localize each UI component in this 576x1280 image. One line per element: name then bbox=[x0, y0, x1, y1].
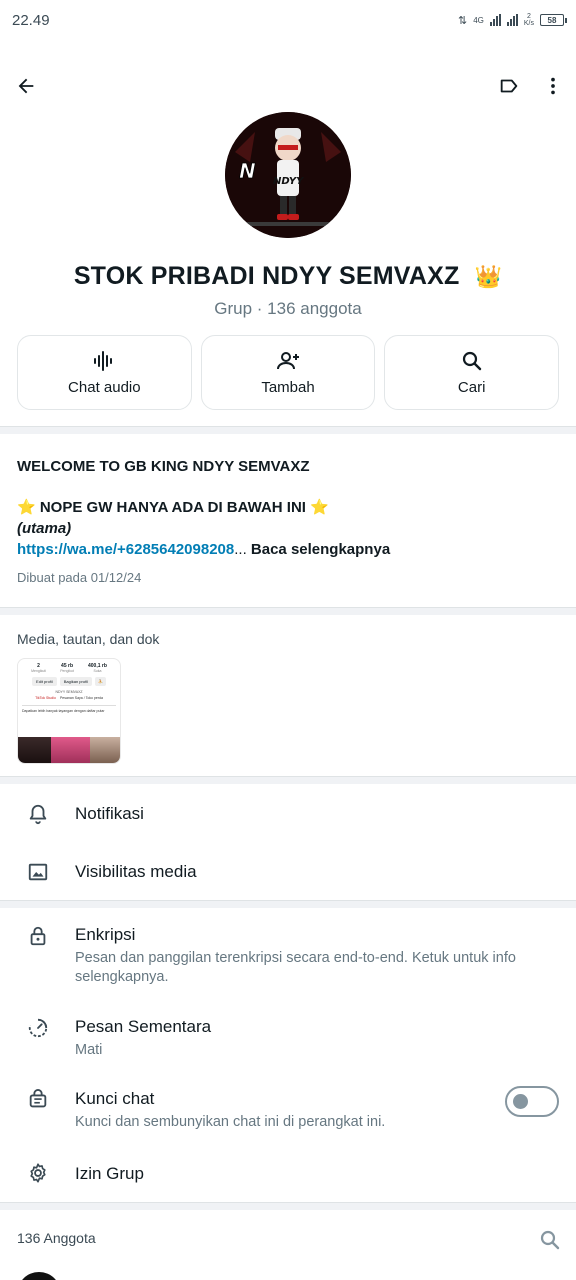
group-name[interactable]: STOK PRIBADI NDYY SEMVAXZ 👑 bbox=[0, 262, 576, 291]
search-button[interactable]: Cari bbox=[384, 335, 560, 410]
disappearing-subtitle: Mati bbox=[75, 1042, 103, 1058]
lock-icon bbox=[30, 926, 46, 946]
battery-icon: 58 bbox=[540, 14, 567, 26]
image-icon bbox=[28, 863, 48, 881]
section-divider bbox=[0, 900, 576, 908]
back-button[interactable] bbox=[6, 66, 46, 106]
disappearing-title: Pesan Sementara bbox=[75, 1017, 212, 1036]
avatar-text: NDYY bbox=[273, 176, 305, 187]
action-buttons: Chat audio Tambah Cari bbox=[17, 335, 560, 410]
timer-icon bbox=[28, 1018, 48, 1038]
speed-indicator: 2 K/s bbox=[523, 13, 534, 27]
chat-lock-subtitle: Kunci dan sembunyikan chat ini di perang… bbox=[75, 1114, 386, 1130]
chat-lock-title: Kunci chat bbox=[75, 1089, 155, 1108]
chat-lock-row[interactable]: Kunci chat Kunci dan sembunyikan chat in… bbox=[0, 1084, 576, 1134]
encryption-title: Enkripsi bbox=[75, 925, 136, 944]
description-line: ⭐ NOPE GW HANYA ADA DI BAWAH INI ⭐ bbox=[17, 499, 329, 516]
more-options-button[interactable] bbox=[533, 66, 573, 106]
encryption-subtitle: Pesan dan panggilan terenkripsi secara e… bbox=[75, 950, 516, 985]
encryption-row[interactable]: Enkripsi Pesan dan panggilan terenkripsi… bbox=[0, 920, 576, 990]
read-more-link[interactable]: Baca selengkapnya bbox=[247, 541, 390, 558]
member-avatar[interactable] bbox=[17, 1272, 61, 1280]
add-member-button[interactable]: Tambah bbox=[200, 335, 376, 410]
label-button[interactable] bbox=[489, 66, 529, 106]
group-permissions-row[interactable]: Izin Grup bbox=[0, 1150, 576, 1198]
disappearing-messages-row[interactable]: Pesan Sementara Mati bbox=[0, 1012, 576, 1062]
signal-icon bbox=[489, 14, 501, 26]
network-type: 4G bbox=[473, 15, 484, 25]
description-line: WELCOME TO GB KING NDYY SEMVAXZ bbox=[17, 458, 310, 475]
members-count-label: 136 Anggota bbox=[17, 1230, 96, 1246]
search-icon bbox=[540, 1230, 560, 1250]
crown-emoji: 👑 bbox=[474, 264, 503, 289]
notifications-title: Notifikasi bbox=[75, 804, 144, 823]
description-line: https://wa.me/+6285642098208... Baca sel… bbox=[17, 541, 391, 558]
signal-icon-2 bbox=[506, 14, 518, 26]
group-description[interactable]: WELCOME TO GB KING NDYY SEMVAXZ ⭐ NOPE G… bbox=[17, 458, 557, 585]
media-thumbnail[interactable]: 2 Mengikuti 45 rb Pengikut 400,1 rb Suka Ed… bbox=[17, 658, 121, 764]
status-icons: ⇅ 4G 2 K/s 58 bbox=[457, 13, 567, 27]
gear-icon bbox=[30, 1163, 46, 1183]
section-divider bbox=[0, 1202, 576, 1210]
section-divider bbox=[0, 776, 576, 784]
top-app-bar bbox=[0, 62, 576, 110]
chat-lock-toggle[interactable] bbox=[505, 1086, 559, 1117]
label-tag-icon bbox=[500, 79, 518, 93]
section-divider bbox=[0, 607, 576, 615]
chat-audio-button[interactable]: Chat audio bbox=[17, 335, 192, 410]
bell-icon bbox=[29, 804, 47, 825]
more-vert-icon bbox=[551, 77, 555, 95]
media-visibility-row[interactable]: Visibilitas media bbox=[0, 848, 576, 896]
group-avatar-illustration: N NDYY bbox=[225, 112, 351, 238]
arrow-left-icon bbox=[18, 78, 34, 94]
search-icon bbox=[462, 351, 481, 371]
status-time: 22.49 bbox=[12, 11, 50, 29]
notifications-row[interactable]: Notifikasi bbox=[0, 790, 576, 838]
add-person-icon bbox=[277, 352, 299, 370]
members-search-button[interactable] bbox=[538, 1228, 562, 1252]
media-visibility-title: Visibilitas media bbox=[75, 862, 197, 881]
group-permissions-title: Izin Grup bbox=[75, 1164, 144, 1183]
section-divider bbox=[0, 426, 576, 434]
description-link[interactable]: https://wa.me/+6285642098208 bbox=[17, 541, 234, 558]
group-subtitle: Grup · 136 anggota bbox=[214, 299, 362, 318]
media-section-label[interactable]: Media, tautan, dan dok bbox=[17, 631, 159, 647]
description-line: (utama) bbox=[17, 520, 72, 537]
data-transfer-icon: ⇅ bbox=[457, 14, 468, 27]
chat-lock-icon bbox=[29, 1089, 47, 1108]
audio-wave-icon bbox=[94, 351, 113, 371]
status-bar: 22.49 ⇅ 4G 2 K/s 58 bbox=[0, 0, 576, 40]
toggle-knob bbox=[513, 1094, 528, 1109]
created-date: Dibuat pada 01/12/24 bbox=[17, 570, 142, 585]
svg-text:N: N bbox=[239, 159, 256, 183]
group-avatar[interactable]: N NDYY bbox=[225, 112, 351, 238]
